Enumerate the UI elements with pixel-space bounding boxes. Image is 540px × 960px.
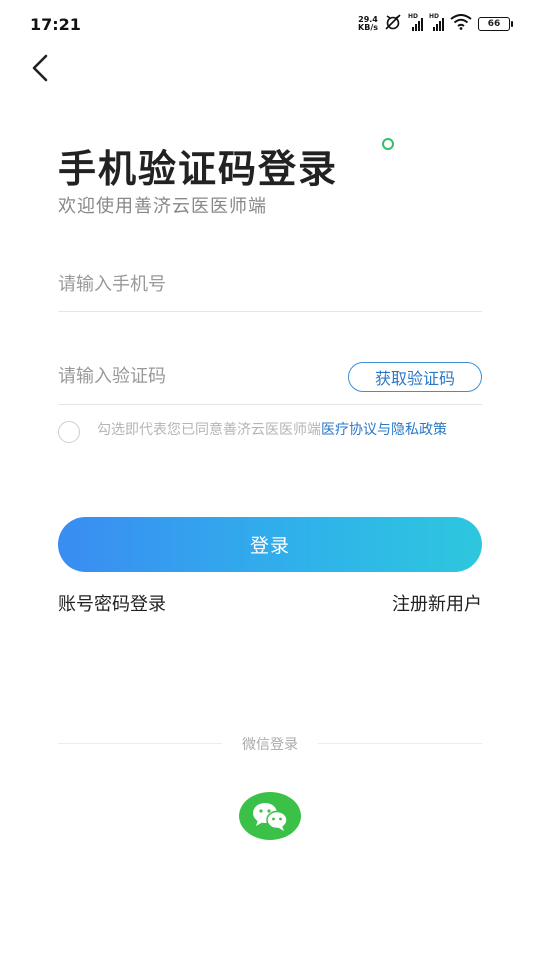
hd-label: HD — [429, 13, 440, 20]
back-button[interactable] — [22, 50, 58, 86]
agreement-checkbox[interactable] — [58, 421, 80, 443]
page-subtitle: 欢迎使用善济云医医师端 — [58, 196, 267, 217]
verification-code-field: 获取验证码 — [58, 360, 482, 405]
register-link[interactable]: 注册新用户 — [392, 590, 482, 616]
status-icons: 29.4 KB/s HD HD 66 — [358, 13, 513, 34]
wifi-icon — [450, 14, 472, 34]
battery-icon: 66 — [478, 17, 513, 31]
signal-icon-sim2: HD — [429, 13, 444, 31]
network-speed-unit: KB/s — [358, 23, 378, 32]
hd-label: HD — [408, 13, 419, 20]
chevron-left-icon — [32, 54, 48, 82]
agreement-text: 勾选即代表您已同意善济云医医师端医疗协议与隐私政策 — [97, 421, 487, 439]
wechat-login-label: 微信登录 — [242, 737, 298, 753]
verification-code-input[interactable] — [58, 360, 318, 392]
phone-field — [58, 268, 482, 312]
status-bar: 17:21 29.4 KB/s HD HD 66 — [0, 0, 540, 48]
wechat-icon — [253, 803, 288, 831]
status-time: 17:21 — [30, 15, 81, 34]
network-speed: 29.4 KB/s — [358, 16, 378, 32]
wechat-login-button[interactable] — [239, 792, 301, 840]
title-dot-decoration — [382, 138, 394, 150]
signal-icon-sim1: HD — [408, 13, 423, 31]
phone-input[interactable] — [58, 268, 318, 300]
agreement-prefix: 勾选即代表您已同意善济云医医师端 — [97, 422, 321, 438]
agreement-link[interactable]: 医疗协议与隐私政策 — [321, 422, 447, 438]
page-title: 手机验证码登录 — [58, 147, 339, 191]
password-login-link[interactable]: 账号密码登录 — [58, 590, 166, 616]
alarm-off-icon — [384, 14, 402, 34]
login-button[interactable]: 登录 — [58, 517, 482, 572]
get-code-button[interactable]: 获取验证码 — [348, 362, 482, 392]
